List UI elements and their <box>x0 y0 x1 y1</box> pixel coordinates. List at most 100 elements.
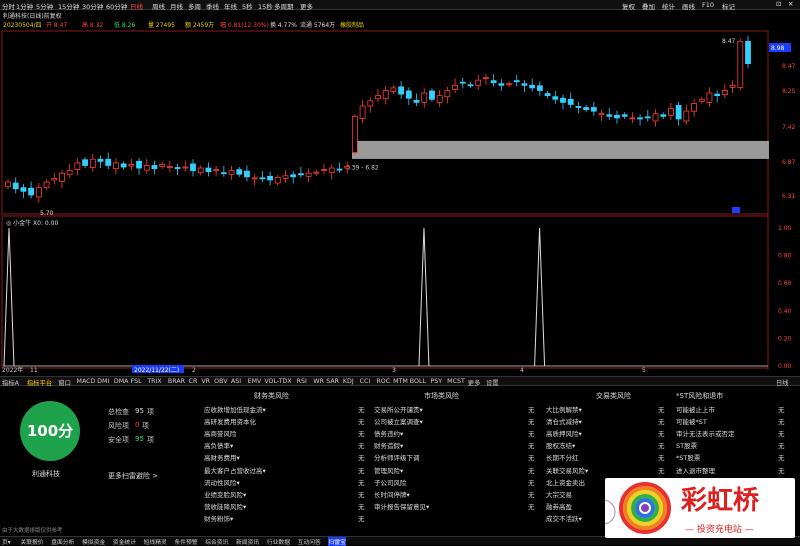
candle-body <box>421 92 428 103</box>
risk-item[interactable]: 子公司风险 <box>374 477 407 487</box>
indicator-tab-1[interactable]: 指标平台 <box>27 378 52 387</box>
risk-item[interactable]: 应收款增加低现金流▾ <box>204 404 266 414</box>
indicator-tab-14[interactable]: VOL-TDX <box>264 378 291 385</box>
indicator-tab-12[interactable]: ASI <box>231 378 241 385</box>
candle-body <box>598 113 605 116</box>
indicator-tab-24[interactable]: MCST <box>447 378 465 385</box>
risk-status: 无 <box>658 406 665 414</box>
total-check-label: 总检查 <box>108 408 129 416</box>
risk-item[interactable]: 交易所公开谴责▾ <box>374 404 423 414</box>
candle-body <box>59 172 65 182</box>
risk-item[interactable]: 流动性风险▾ <box>204 477 240 487</box>
candle-body <box>113 162 119 169</box>
risk-item[interactable]: 北上资金卖出 <box>546 477 585 487</box>
indicator-tab-15[interactable]: RSI <box>297 378 307 385</box>
risk-status: 无 <box>658 454 665 463</box>
risk-status: 无 <box>528 466 535 475</box>
indicator-tab-4[interactable]: DMI <box>97 378 109 385</box>
candle-body <box>721 90 728 96</box>
indicator-tab-20[interactable]: ROC <box>376 378 390 385</box>
indicator-tab-0[interactable]: 指标A <box>2 378 19 387</box>
time-axis-label: 5 <box>642 367 646 374</box>
kline-chart[interactable]: 6.39 - 6.82 8.47 5.70 8.98 8.47 8.25 7.42 6.87 6… <box>0 0 800 376</box>
indicator-tab-23[interactable]: PSY <box>430 378 442 385</box>
risk-status: 无 <box>778 466 785 475</box>
risk-item[interactable]: 高商誉风险 <box>204 428 237 438</box>
indicator-axis-tick: 0.00 <box>778 363 792 370</box>
indicator-title: ◎ 小金牛 X0: 0.00 <box>6 219 58 227</box>
indicator-tab-6[interactable]: FSL <box>131 378 142 385</box>
risk-item[interactable]: 债务违约▾ <box>374 428 403 438</box>
indicator-tab-8[interactable]: BRAR <box>168 378 185 385</box>
risk-item[interactable]: 管理风险▾ <box>374 465 403 475</box>
indicator-tab-3[interactable]: MACD <box>77 378 96 385</box>
risk-item[interactable]: 长期不分红 <box>546 452 579 462</box>
candle-body <box>475 79 482 86</box>
candle-body <box>590 107 597 112</box>
indicator-tab-19[interactable]: CCI <box>360 378 371 385</box>
risk-item[interactable]: 关联交易风险▾ <box>546 465 588 475</box>
indicator-tab-25[interactable]: 更多 <box>468 378 481 387</box>
risk-status: 无 <box>528 418 535 427</box>
risk-item[interactable]: 大宗交易 <box>546 489 572 499</box>
candle-body <box>251 177 258 180</box>
risk-item[interactable]: 审计无法表示或否定 <box>676 428 735 438</box>
risk-item[interactable]: 高财务费用▾ <box>204 452 240 462</box>
risk-item[interactable]: ST股票 <box>676 440 697 450</box>
indicator-tab-9[interactable]: CR <box>189 378 198 385</box>
indicator-tab-18[interactable]: KDJ <box>343 378 354 385</box>
risk-status: 无 <box>358 406 365 414</box>
safe-item-label: 安全项 <box>108 436 129 444</box>
candle-body <box>606 114 613 117</box>
indicator-tab-11[interactable]: OBV <box>214 378 227 385</box>
price-pane-frame <box>1 30 769 215</box>
risk-item[interactable]: 营收陡降风险▾ <box>204 501 246 511</box>
risk-item[interactable]: 成交不活跃▾ <box>546 513 582 523</box>
indicator-tab-21[interactable]: MTM <box>393 378 408 385</box>
risk-status: 无 <box>358 430 365 439</box>
candle-body <box>259 177 266 180</box>
risk-status: 无 <box>358 502 365 511</box>
candle-body <box>51 177 58 181</box>
indicator-tab-17[interactable]: SAR <box>326 378 339 385</box>
risk-item[interactable]: 大比例解禁▾ <box>546 404 582 414</box>
indicator-tab-22[interactable]: BOLL <box>410 378 426 385</box>
total-check-value: 95 <box>135 407 144 415</box>
risk-status: 无 <box>528 478 535 487</box>
risk-item[interactable]: 业绩变脸风险▾ <box>204 489 246 499</box>
candle-body <box>236 169 243 175</box>
more-scan-link[interactable]: 更多扫雷避险 > <box>108 471 158 481</box>
risk-item[interactable]: 公司被立案调查▾ <box>374 416 423 426</box>
risk-item[interactable]: 财务粉饰▾ <box>204 513 233 523</box>
risk-item[interactable]: 清仓式减持▾ <box>546 416 582 426</box>
risk-item[interactable]: 可能被*ST <box>676 416 707 426</box>
risk-item[interactable]: 进入退市整理 <box>676 465 715 475</box>
risk-item[interactable]: 高质押风险▾ <box>546 428 582 438</box>
indicator-tab-5[interactable]: DMA <box>114 378 129 385</box>
indicator-tab-16[interactable]: WR <box>313 378 324 385</box>
indicator-tab-26[interactable]: 设置 <box>486 378 499 387</box>
brand-slogan: — 投资充电站 — <box>685 525 754 535</box>
risk-item[interactable]: 高负债率▾ <box>204 440 233 450</box>
indicator-tab-10[interactable]: VR <box>201 378 210 385</box>
risk-item[interactable]: 股权冻结▾ <box>546 440 575 450</box>
candle-body <box>637 117 643 120</box>
risk-item[interactable]: 可能被止上市 <box>676 404 715 414</box>
indicator-tab-7[interactable]: TRIX <box>147 378 161 385</box>
risk-item[interactable]: 审计报告保留意见▾ <box>374 501 429 511</box>
indicator-tab-2[interactable]: 窗口 <box>58 378 71 387</box>
candle-body <box>336 168 343 171</box>
risk-item[interactable]: 财务造假▾ <box>374 440 403 450</box>
time-axis-label: 11 <box>30 367 38 374</box>
risk-item[interactable]: 高研发费用资本化 <box>204 416 256 426</box>
candle-body <box>351 115 358 153</box>
risk-item[interactable]: 最大客户占营收过高▾ <box>204 465 266 475</box>
indicator-period-label[interactable]: 日线 <box>776 378 789 387</box>
risk-status: 无 <box>778 442 785 451</box>
risk-item[interactable]: 长时间停牌▾ <box>374 489 410 499</box>
risk-item[interactable]: 融券高盈 <box>546 501 572 511</box>
risk-item[interactable]: *ST股票 <box>676 452 700 462</box>
indicator-tab-13[interactable]: EMV <box>248 378 262 385</box>
risk-item[interactable]: 分析师评级下调 <box>374 452 420 462</box>
risk-status: 无 <box>358 490 365 499</box>
